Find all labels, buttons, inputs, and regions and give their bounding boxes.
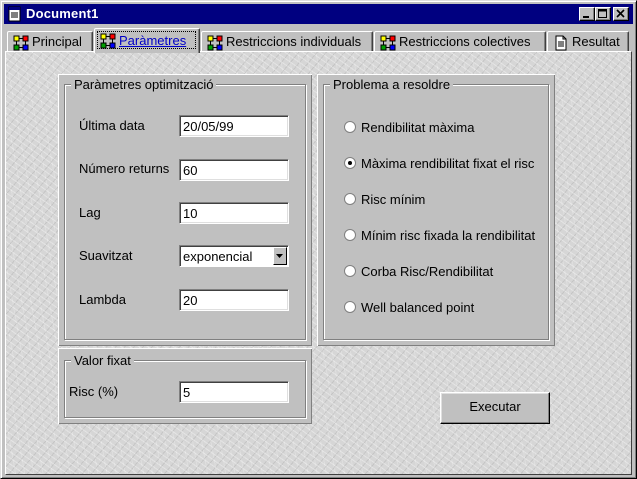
tab-strip: Principal Paràmetres Restriccions indivi… — [5, 28, 632, 53]
maximize-icon — [598, 9, 607, 18]
tab-parametres[interactable]: Paràmetres — [94, 28, 200, 53]
problem-groupbox: Problema a resoldre Rendibilitat màxima … — [323, 77, 549, 340]
app-window: Document1 Principal Paràmetres Restricci… — [0, 0, 637, 479]
risk-input[interactable] — [179, 381, 289, 403]
tab-resultat[interactable]: Resultat — [547, 31, 629, 52]
last-date-input[interactable] — [179, 115, 289, 137]
window-title: Document1 — [26, 6, 99, 21]
radio-button[interactable] — [344, 301, 356, 313]
maximize-button[interactable] — [595, 7, 611, 21]
radio-button[interactable] — [344, 265, 356, 277]
execute-button[interactable]: Executar — [440, 392, 550, 424]
tab-label: Resultat — [572, 34, 620, 49]
num-returns-label: Número returns — [79, 161, 170, 176]
document-icon — [555, 35, 567, 51]
minimize-icon — [583, 16, 589, 18]
radio-label: Corba Risc/Rendibilitat — [361, 264, 494, 279]
smoothing-label: Suavitzat — [79, 248, 133, 263]
tab-restriccions-colectives[interactable]: Restriccions colectives — [374, 31, 546, 52]
tab-label: Paràmetres — [119, 33, 187, 48]
radio-button[interactable] — [344, 193, 356, 205]
tab-label: Restriccions colectives — [399, 34, 531, 49]
network-grid-icon — [380, 35, 396, 51]
radio-label: Well balanced point — [361, 300, 475, 315]
tab-restriccions-individuals[interactable]: Restriccions individuals — [201, 31, 373, 52]
problem-panel: Problema a resoldre Rendibilitat màxima … — [317, 74, 555, 346]
smoothing-select-value: exponencial — [183, 249, 253, 264]
close-button[interactable] — [613, 7, 629, 21]
fixed-value-groupbox: Valor fixat Risc (%) — [64, 353, 306, 418]
tab-principal[interactable]: Principal — [7, 31, 93, 52]
params-groupbox: Paràmetres optimització Última data Núme… — [64, 77, 306, 340]
chevron-down-icon — [276, 254, 283, 258]
fixed-value-group-title: Valor fixat — [71, 353, 134, 368]
lag-label: Lag — [79, 205, 101, 220]
risk-label: Risc (%) — [69, 384, 119, 399]
lambda-label: Lambda — [79, 292, 126, 307]
network-grid-icon — [100, 33, 116, 49]
smoothing-select[interactable]: exponencial — [179, 245, 289, 267]
title-bar[interactable]: Document1 — [4, 4, 633, 24]
lambda-input[interactable] — [179, 289, 289, 311]
tab-label: Principal — [32, 34, 82, 49]
network-grid-icon — [13, 35, 29, 51]
last-date-label: Última data — [79, 118, 145, 133]
network-grid-icon — [207, 35, 223, 51]
close-icon — [616, 9, 625, 18]
radio-label: Rendibilitat màxima — [361, 120, 475, 135]
radio-button[interactable] — [344, 121, 356, 133]
dropdown-button[interactable] — [273, 247, 287, 265]
document-icon — [8, 6, 21, 22]
radio-label: Risc mínim — [361, 192, 426, 207]
radio-button[interactable] — [344, 157, 356, 169]
problem-group-title: Problema a resoldre — [330, 77, 454, 92]
minimize-button[interactable] — [579, 7, 595, 21]
lag-input[interactable] — [179, 202, 289, 224]
radio-label: Màxima rendibilitat fixat el risc — [361, 156, 535, 171]
tab-label: Restriccions individuals — [226, 34, 362, 49]
params-panel: Paràmetres optimització Última data Núme… — [58, 74, 312, 346]
radio-label: Mínim risc fixada la rendibilitat — [361, 228, 536, 243]
tab-content-area: Paràmetres optimització Última data Núme… — [5, 51, 632, 475]
num-returns-input[interactable] — [179, 159, 289, 181]
radio-button[interactable] — [344, 229, 356, 241]
params-group-title: Paràmetres optimització — [71, 77, 217, 92]
fixed-value-panel: Valor fixat Risc (%) — [58, 348, 312, 424]
